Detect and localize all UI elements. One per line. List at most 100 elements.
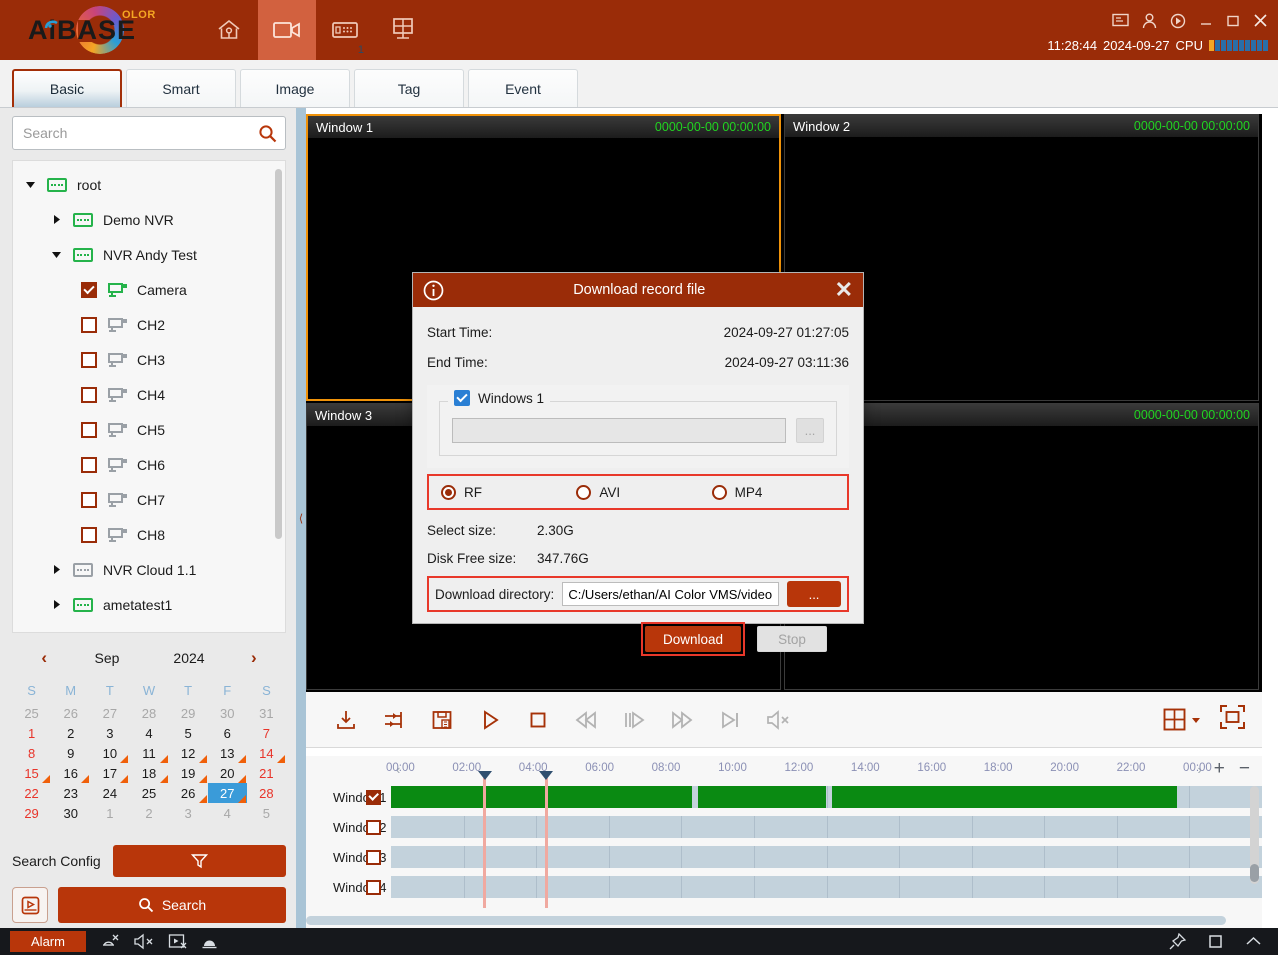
download-button[interactable]: Download: [645, 626, 741, 652]
calendar-day[interactable]: 30: [51, 803, 90, 823]
tree-item-nvr-cloud-1-1[interactable]: NVR Cloud 1.1: [13, 552, 285, 587]
format-radio-rf[interactable]: RF: [441, 484, 576, 500]
timeline-row-checkbox[interactable]: [366, 819, 381, 835]
alarm-button[interactable]: Alarm: [10, 931, 86, 952]
calendar-day[interactable]: 24: [90, 783, 129, 803]
tree-item-ch7[interactable]: CH7: [13, 482, 285, 517]
pin-icon[interactable]: [1169, 933, 1186, 950]
calendar-day[interactable]: 3: [90, 723, 129, 743]
calendar-next-button[interactable]: ›: [251, 648, 257, 668]
nav-home-button[interactable]: [200, 0, 258, 60]
calendar-day[interactable]: 11: [129, 743, 168, 763]
calendar-day[interactable]: 13: [208, 743, 247, 763]
calendar-day[interactable]: 2: [51, 723, 90, 743]
mute-button[interactable]: [754, 708, 802, 732]
filter-button[interactable]: [112, 845, 286, 877]
calendar-day[interactable]: 5: [247, 803, 286, 823]
timeline-zoom-in-button[interactable]: +: [1214, 759, 1225, 778]
play-button[interactable]: [466, 708, 514, 732]
calendar-day[interactable]: 28: [247, 783, 286, 803]
calendar-day[interactable]: 25: [12, 703, 51, 723]
clip-markers-button[interactable]: [370, 708, 418, 732]
calendar-day[interactable]: 4: [129, 723, 168, 743]
window-icon[interactable]: [1208, 934, 1223, 949]
timeline-row-checkbox[interactable]: [366, 789, 381, 805]
search-input[interactable]: [23, 125, 258, 141]
channel-checkbox[interactable]: [81, 491, 97, 508]
tree-item-nvr-andy-test[interactable]: NVR Andy Test: [13, 237, 285, 272]
calendar-day[interactable]: 17: [90, 763, 129, 783]
timeline-track[interactable]: [391, 846, 1262, 868]
calendar-day[interactable]: 18: [129, 763, 168, 783]
calendar-day[interactable]: 4: [208, 803, 247, 823]
tree-item-ch5[interactable]: CH5: [13, 412, 285, 447]
tree-item-ch3[interactable]: CH3: [13, 342, 285, 377]
tree-item-ch4[interactable]: CH4: [13, 377, 285, 412]
sidebar-collapse-handle[interactable]: ⟨: [296, 108, 306, 928]
calendar-day[interactable]: 3: [169, 803, 208, 823]
calendar-prev-button[interactable]: ‹: [41, 648, 47, 668]
next-frame-button[interactable]: [706, 708, 754, 732]
screen-record-off-icon[interactable]: [168, 933, 187, 950]
format-radio-mp4[interactable]: MP4: [711, 484, 847, 500]
rewind-button[interactable]: [562, 708, 610, 732]
timeline-track[interactable]: [391, 786, 1262, 808]
tab-image[interactable]: Image: [240, 69, 350, 107]
calendar-day[interactable]: 27: [90, 703, 129, 723]
download-directory-input[interactable]: [562, 582, 779, 606]
calendar-day[interactable]: 29: [12, 803, 51, 823]
tab-smart[interactable]: Smart: [126, 69, 236, 107]
channel-checkbox[interactable]: [81, 386, 97, 403]
alarm-off-icon[interactable]: [100, 933, 119, 950]
calendar-day[interactable]: 1: [12, 723, 51, 743]
tree-item-ch6[interactable]: CH6: [13, 447, 285, 482]
device-tree[interactable]: root Demo NVR NVR Andy Test Camera CH2 CH3 CH4…: [12, 160, 286, 633]
tree-item-ch8[interactable]: CH8: [13, 517, 285, 552]
chevron-down-icon[interactable]: [21, 179, 39, 190]
channel-checkbox[interactable]: [81, 526, 97, 543]
calendar-day[interactable]: 20: [208, 763, 247, 783]
calendar-day[interactable]: 5: [169, 723, 208, 743]
monitor-icon[interactable]: [1112, 13, 1129, 28]
tree-item-demo-nvr[interactable]: Demo NVR: [13, 202, 285, 237]
timeline-row-checkbox[interactable]: [366, 879, 381, 895]
fullscreen-button[interactable]: [1219, 704, 1246, 735]
tab-event[interactable]: Event: [468, 69, 578, 107]
chevron-right-icon[interactable]: [47, 214, 65, 225]
calendar-day[interactable]: 26: [51, 703, 90, 723]
timeline-recording-segment[interactable]: [391, 786, 693, 808]
mute-icon[interactable]: [133, 933, 154, 950]
tab-tag[interactable]: Tag: [354, 69, 464, 107]
tree-item-root[interactable]: root: [13, 167, 285, 202]
minimize-icon[interactable]: [1199, 14, 1213, 28]
layout-grid-button[interactable]: [1162, 707, 1201, 732]
calendar-day[interactable]: 25: [129, 783, 168, 803]
timeline-vertical-scrollbar[interactable]: [1250, 786, 1259, 884]
calendar-day[interactable]: 6: [208, 723, 247, 743]
stop-button[interactable]: [514, 708, 562, 732]
step-frame-button[interactable]: [610, 708, 658, 732]
timeline-track[interactable]: [391, 876, 1262, 898]
calendar-day[interactable]: 19: [169, 763, 208, 783]
maximize-icon[interactable]: [1226, 14, 1240, 28]
close-icon[interactable]: ✕: [835, 279, 853, 301]
tree-item-camera[interactable]: Camera: [13, 272, 285, 307]
calendar-day[interactable]: 10: [90, 743, 129, 763]
calendar-day[interactable]: 30: [208, 703, 247, 723]
format-radio-avi[interactable]: AVI: [576, 484, 711, 500]
calendar-day[interactable]: 26: [169, 783, 208, 803]
timeline-row-checkbox[interactable]: [366, 849, 381, 865]
timeline-horizontal-scrollbar[interactable]: [306, 916, 1252, 925]
download-button[interactable]: [322, 708, 370, 732]
calendar-day[interactable]: 2: [129, 803, 168, 823]
calendar-day[interactable]: 27: [207, 783, 247, 803]
chevron-down-icon[interactable]: [47, 249, 65, 260]
calendar-day[interactable]: 14: [247, 743, 286, 763]
tree-item-ch2[interactable]: CH2: [13, 307, 285, 342]
calendar-day[interactable]: 9: [51, 743, 90, 763]
close-icon[interactable]: [1253, 13, 1268, 28]
calendar-day[interactable]: 8: [12, 743, 51, 763]
file-name-input[interactable]: [452, 418, 786, 443]
calendar-day[interactable]: 7: [247, 723, 286, 743]
tree-item-ametatest1[interactable]: ametatest1: [13, 587, 285, 622]
